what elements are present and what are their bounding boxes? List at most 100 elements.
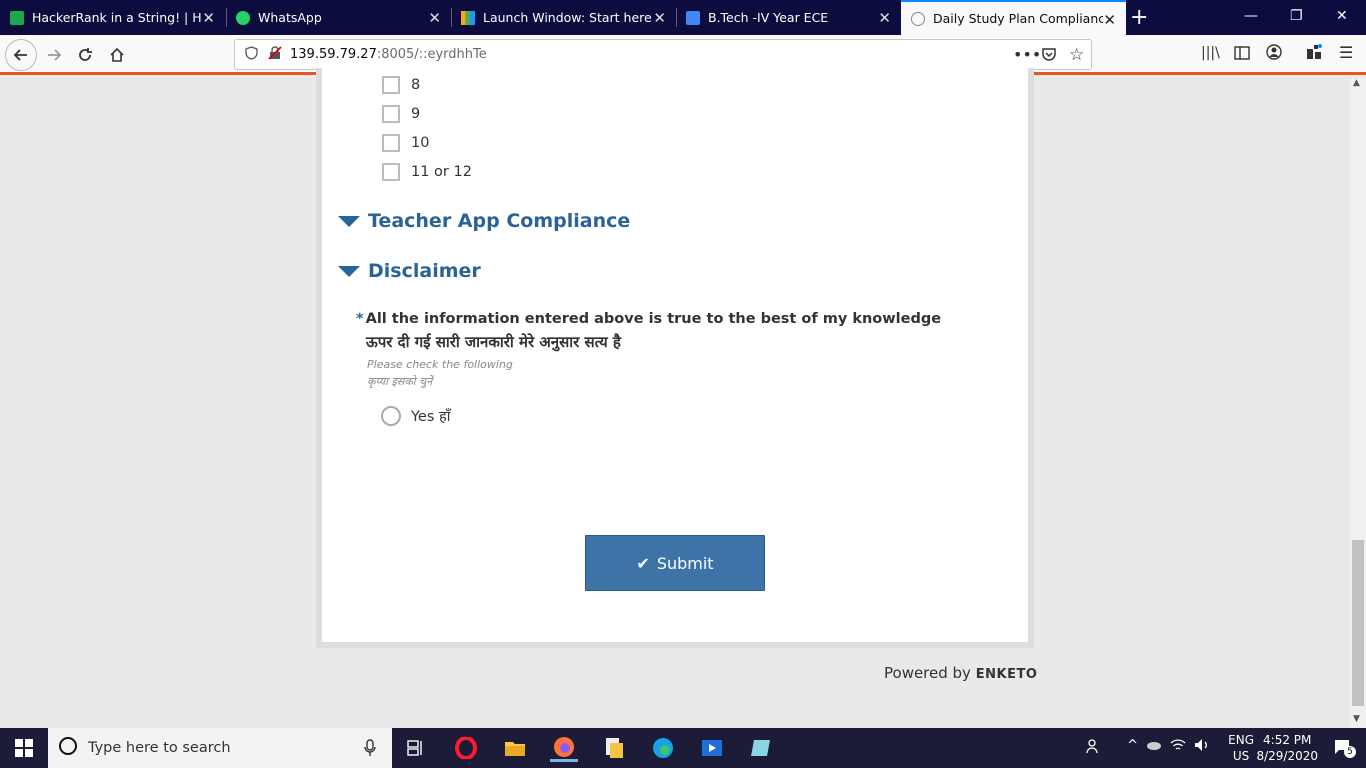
account-icon[interactable]	[1266, 44, 1282, 64]
url-path: :8005/::eyrdhhTe	[376, 47, 487, 62]
notes-app-icon[interactable]	[747, 734, 775, 762]
page-content: 8 9 10 11 or 12 Teacher App Compliance D…	[0, 68, 1350, 728]
chevron-up-icon[interactable]: ^	[1127, 738, 1138, 753]
checkbox[interactable]	[382, 76, 400, 94]
library-icon[interactable]: |||\	[1201, 45, 1220, 61]
question-hint-en: Please check the following	[367, 358, 513, 371]
option-label: 9	[411, 106, 421, 122]
arrow-left-icon	[13, 49, 27, 61]
windows-logo-icon	[15, 739, 33, 757]
submit-label: Submit	[656, 553, 714, 573]
opera-icon[interactable]	[452, 734, 480, 762]
taskbar-search-box[interactable]: Type here to search	[48, 728, 392, 768]
option-label: 11 or 12	[411, 164, 472, 180]
option-checkbox-11-or-12[interactable]: 11 or 12	[382, 163, 472, 181]
media-player-icon[interactable]	[698, 734, 726, 762]
radio-option-yes[interactable]: Yes हाँ	[381, 406, 450, 426]
scroll-down-icon[interactable]: ▼	[1353, 714, 1360, 724]
section-title: Disclaimer	[368, 260, 481, 282]
search-circle-icon	[58, 736, 78, 760]
tab-title: HackerRank in a String! | Hacke	[32, 10, 202, 25]
home-button[interactable]	[103, 41, 131, 69]
onedrive-icon[interactable]	[1146, 738, 1162, 753]
close-icon[interactable]: ✕	[202, 9, 215, 27]
radio-button[interactable]	[381, 406, 401, 426]
tab-title: WhatsApp	[258, 10, 322, 25]
language-code: ENG	[1228, 733, 1254, 747]
search-placeholder: Type here to search	[88, 740, 231, 756]
clock[interactable]: 4:52 PM 8/29/2020	[1256, 732, 1318, 764]
pocket-icon[interactable]	[1041, 46, 1057, 66]
checkbox[interactable]	[382, 163, 400, 181]
section-disclaimer[interactable]: Disclaimer	[338, 260, 481, 282]
checkbox[interactable]	[382, 105, 400, 123]
collapse-triangle-icon[interactable]	[338, 265, 360, 277]
question-label: * All the information entered above is tr…	[356, 311, 941, 327]
restore-button[interactable]: ❐	[1290, 8, 1303, 24]
option-checkbox-8[interactable]: 8	[382, 76, 420, 94]
new-tab-button[interactable]: +	[1130, 5, 1148, 30]
start-button[interactable]	[0, 728, 48, 768]
page-actions-icon[interactable]: •••	[1013, 45, 1041, 64]
reload-button[interactable]	[71, 41, 99, 69]
option-label: 8	[411, 77, 421, 93]
tab-launch-window[interactable]: Launch Window: Start here ✕	[451, 0, 676, 35]
input-language[interactable]: ENG US	[1228, 732, 1254, 764]
insecure-lock-icon[interactable]	[268, 45, 282, 64]
windows-taskbar: Type here to search ^ ENG US 4:52 PM 8/2…	[0, 728, 1366, 768]
option-checkbox-9[interactable]: 9	[382, 105, 420, 123]
close-icon[interactable]: ✕	[653, 9, 666, 27]
option-checkbox-10[interactable]: 10	[382, 134, 429, 152]
shield-icon[interactable]	[245, 45, 258, 64]
chart-icon	[461, 10, 475, 25]
page-scrollbar[interactable]: ▲ ▼	[1350, 78, 1366, 728]
wifi-icon[interactable]	[1170, 738, 1186, 755]
close-window-button[interactable]: ✕	[1336, 8, 1348, 24]
task-view-icon[interactable]	[402, 734, 430, 762]
volume-icon[interactable]	[1194, 738, 1210, 755]
file-explorer-icon[interactable]	[501, 734, 529, 762]
collapse-triangle-icon[interactable]	[338, 215, 360, 227]
close-icon[interactable]: ✕	[428, 9, 441, 27]
people-icon[interactable]	[1086, 738, 1102, 757]
tab-hackerrank[interactable]: HackerRank in a String! | Hacke ✕	[0, 0, 225, 35]
tab-title: Launch Window: Start here	[483, 10, 652, 25]
firefox-icon[interactable]	[550, 734, 578, 762]
file-manager-icon[interactable]	[600, 734, 628, 762]
checkbox[interactable]	[382, 134, 400, 152]
required-mark: *	[356, 311, 364, 327]
bookmark-star-icon[interactable]: ☆	[1069, 45, 1084, 65]
scroll-up-icon[interactable]: ▲	[1353, 78, 1360, 88]
clock-date: 8/29/2020	[1256, 749, 1318, 763]
tab-whatsapp[interactable]: WhatsApp ✕	[226, 0, 451, 35]
scrollbar-thumb[interactable]	[1352, 540, 1364, 706]
edge-icon[interactable]	[649, 734, 677, 762]
menu-icon[interactable]: ☰	[1339, 43, 1353, 62]
whatsapp-icon	[236, 10, 250, 25]
sidebar-icon[interactable]	[1234, 45, 1250, 64]
section-teacher-app-compliance[interactable]: Teacher App Compliance	[338, 210, 630, 232]
url-host: 139.59.79.27	[290, 47, 377, 62]
tab-daily-study-plan[interactable]: Daily Study Plan Compliance Fo ✕	[901, 0, 1126, 35]
extensions-icon[interactable]	[1306, 44, 1322, 64]
close-icon[interactable]: ✕	[1103, 11, 1116, 29]
tab-title: B.Tech -IV Year ECE	[708, 10, 829, 25]
forward-button[interactable]	[40, 41, 68, 69]
address-bar[interactable]: 139.59.79.27:8005/::eyrdhhTe ••• ☆	[234, 39, 1092, 70]
close-icon[interactable]: ✕	[878, 9, 891, 27]
question-text-en: All the information entered above is tru…	[365, 311, 942, 327]
tab-title: Daily Study Plan Compliance Fo	[933, 11, 1103, 26]
clock-time: 4:52 PM	[1263, 733, 1312, 747]
notification-center-icon[interactable]: 5	[1334, 738, 1356, 759]
back-button[interactable]	[5, 39, 37, 71]
option-label: 10	[411, 135, 430, 151]
enketo-logo[interactable]: ENKETO	[976, 667, 1038, 682]
question-hint-hi: कृप्या इसको चुनें	[367, 375, 433, 388]
minimize-button[interactable]: —	[1244, 8, 1258, 24]
submit-button[interactable]: ✔ Submit	[585, 535, 765, 591]
tab-btech[interactable]: B.Tech -IV Year ECE ✕	[676, 0, 901, 35]
section-title: Teacher App Compliance	[368, 210, 631, 232]
microphone-icon[interactable]	[364, 739, 376, 761]
arrow-right-icon	[48, 49, 62, 61]
region-code: US	[1232, 749, 1250, 763]
